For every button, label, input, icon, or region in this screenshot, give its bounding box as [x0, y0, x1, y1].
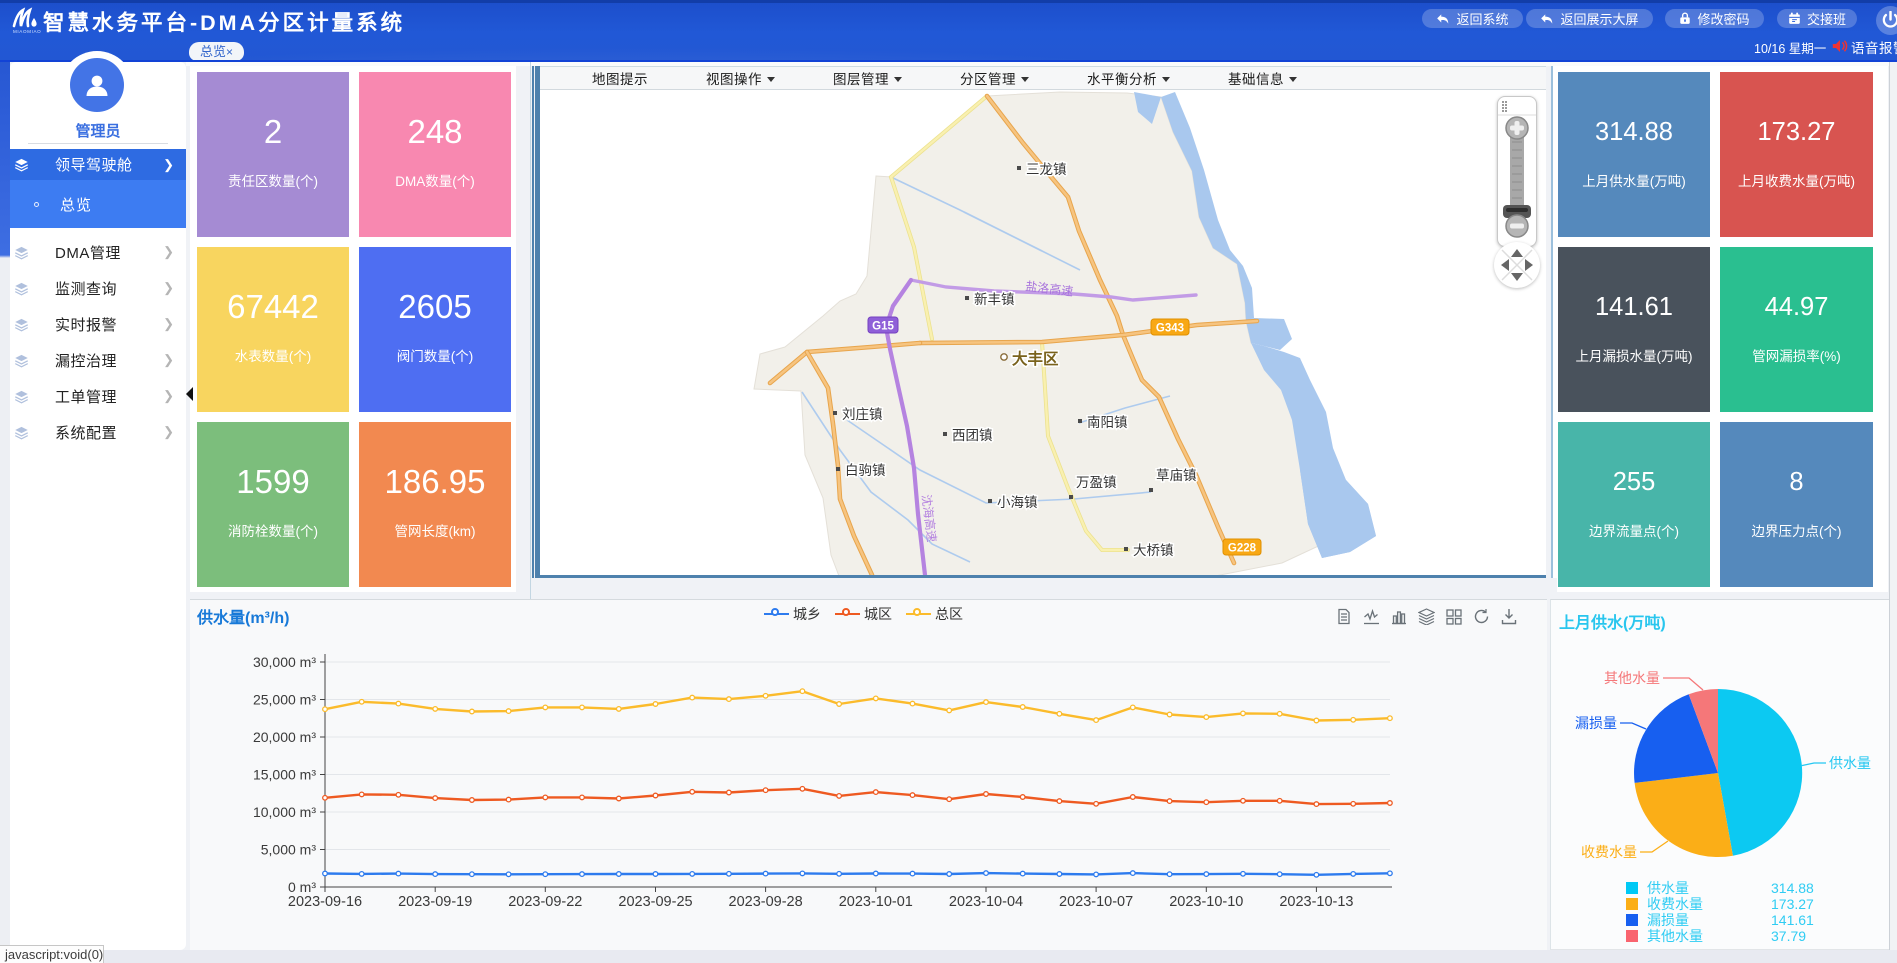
svg-text:G343: G343 [1156, 323, 1184, 335]
svg-text:G228: G228 [1228, 543, 1257, 555]
svg-text:万盈镇: 万盈镇 [1076, 475, 1117, 490]
svg-text:MIAOMIAO: MIAOMIAO [13, 29, 41, 34]
svg-text:G15: G15 [872, 321, 894, 333]
svg-text:小海镇: 小海镇 [997, 495, 1038, 510]
svg-text:大桥镇: 大桥镇 [1133, 543, 1174, 558]
svg-text:南阳镇: 南阳镇 [1087, 415, 1128, 430]
svg-text:草庙镇: 草庙镇 [1156, 468, 1197, 483]
svg-text:新丰镇: 新丰镇 [974, 292, 1015, 307]
svg-text:西团镇: 西团镇 [952, 428, 993, 443]
svg-text:三龙镇: 三龙镇 [1026, 162, 1067, 177]
svg-text:刘庄镇: 刘庄镇 [842, 406, 883, 422]
svg-text:大丰区: 大丰区 [1012, 349, 1059, 368]
svg-text:白驹镇: 白驹镇 [845, 463, 886, 478]
